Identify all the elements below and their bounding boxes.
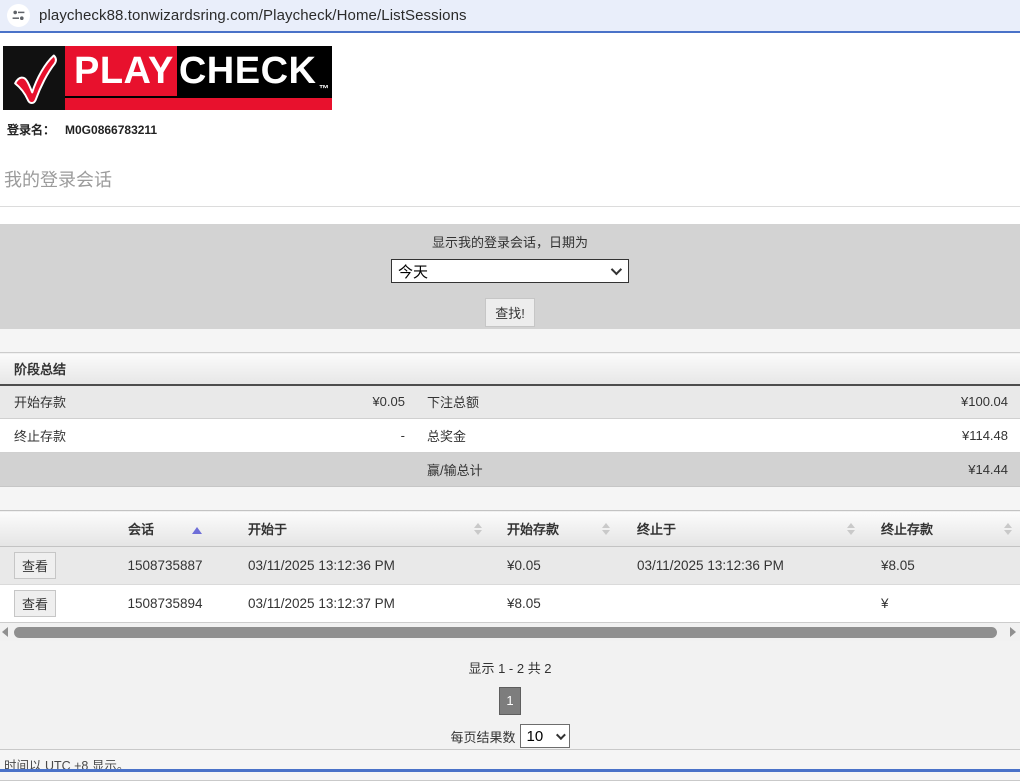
url-text[interactable]: playcheck88.tonwizardsring.com/Playcheck… <box>39 7 467 24</box>
summary-label: 开始存款 <box>0 385 250 419</box>
playcheck-logo: PLAY CHECK ™ <box>3 46 332 110</box>
summary-row: 终止存款 - 总奖金 ¥114.48 <box>0 419 1020 453</box>
summary-label: 终止存款 <box>0 419 250 453</box>
arrow-left-icon[interactable] <box>2 627 8 637</box>
site-header: PLAY CHECK ™ 登录名： M0G0866783211 <box>0 33 1020 138</box>
column-header-start-balance[interactable]: 开始存款 <box>490 511 618 547</box>
summary-value <box>250 453 420 487</box>
arrow-right-icon[interactable] <box>1010 627 1016 637</box>
horizontal-scrollbar[interactable] <box>0 623 1020 641</box>
session-summary-table: 阶段总结 开始存款 ¥0.05 下注总额 ¥100.04 终止存款 - 总奖金 … <box>0 352 1020 487</box>
trademark-symbol: ™ <box>319 84 330 95</box>
page-size-select[interactable]: 10 <box>520 724 570 748</box>
sort-updown-icon <box>474 523 482 535</box>
summary-row: 开始存款 ¥0.05 下注总额 ¥100.04 <box>0 385 1020 419</box>
column-header-view <box>0 511 90 547</box>
column-header-ended[interactable]: 终止于 <box>618 511 863 547</box>
login-name-label: 登录名： <box>7 123 55 137</box>
summary-label <box>0 453 250 487</box>
session-filter-panel: 显示我的登录会话，日期为 今天 查找! <box>0 224 1020 329</box>
summary-label: 总奖金 <box>420 419 600 453</box>
logo-wordmark: PLAY CHECK ™ <box>65 46 332 110</box>
view-session-button[interactable]: 查看 <box>14 590 56 617</box>
session-start-balance: ¥8.05 <box>490 585 618 623</box>
login-name-row: 登录名： M0G0866783211 <box>3 110 1020 138</box>
session-started: 03/11/2025 13:12:37 PM <box>240 585 490 623</box>
filter-label: 显示我的登录会话，日期为 <box>432 232 588 251</box>
session-row: 查看 1508735887 03/11/2025 13:12:36 PM ¥0.… <box>0 547 1020 585</box>
page-number-button[interactable]: 1 <box>499 687 521 715</box>
logo-play-text: PLAY <box>65 46 177 96</box>
session-row: 查看 1508735894 03/11/2025 13:12:37 PM ¥8.… <box>0 585 1020 623</box>
date-range-select[interactable]: 今天 <box>391 259 629 283</box>
page-title: 我的登录会话 <box>0 166 1020 207</box>
sort-ascending-icon <box>192 527 202 534</box>
column-header-end-balance[interactable]: 终止存款 <box>863 511 1020 547</box>
page-size-label: 每页结果数 <box>450 727 515 746</box>
spacer <box>0 487 1020 510</box>
summary-title: 阶段总结 <box>0 353 1020 385</box>
summary-total-row: 赢/输总计 ¥14.44 <box>0 453 1020 487</box>
summary-value: - <box>250 419 420 453</box>
summary-value: ¥0.05 <box>250 385 420 419</box>
view-session-button[interactable]: 查看 <box>14 552 56 579</box>
site-settings-tune-icon[interactable] <box>7 4 30 27</box>
page-size-row: 每页结果数 10 <box>0 724 1020 748</box>
sessions-header-row: 会话 开始于 开始存款 终止于 终止存款 <box>0 511 1020 547</box>
session-ended: 03/11/2025 13:12:36 PM <box>618 547 863 585</box>
timezone-footer: 时间以 UTC +8 显示。 <box>0 749 1020 781</box>
main-content: 显示我的登录会话，日期为 今天 查找! 阶段总结 开始存款 ¥0.05 下注总额… <box>0 224 1020 781</box>
summary-label: 赢/输总计 <box>420 453 600 487</box>
summary-value: ¥14.44 <box>600 453 1020 487</box>
chevron-down-icon <box>555 730 565 740</box>
logo-check-text: CHECK ™ <box>177 46 333 96</box>
summary-value: ¥114.48 <box>600 419 1020 453</box>
pagination-panel: 显示 1 - 2 共 2 1 每页结果数 10 <box>0 641 1020 749</box>
session-end-balance: ¥ <box>863 585 1020 623</box>
logo-red-stripe <box>65 98 332 110</box>
session-ended <box>618 585 863 623</box>
summary-value: ¥100.04 <box>600 385 1020 419</box>
spacer <box>0 329 1020 352</box>
date-range-selected-value: 今天 <box>398 261 428 282</box>
sort-updown-icon <box>847 523 855 535</box>
session-id: 1508735887 <box>90 547 240 585</box>
sessions-table: 会话 开始于 开始存款 终止于 终止存款 <box>0 510 1020 623</box>
checkmark-icon <box>3 46 65 110</box>
column-header-started[interactable]: 开始于 <box>240 511 490 547</box>
page-size-selected-value: 10 <box>527 728 544 745</box>
sort-updown-icon <box>602 523 610 535</box>
login-name-value: M0G0866783211 <box>65 123 157 137</box>
chevron-down-icon <box>611 264 622 275</box>
search-button[interactable]: 查找! <box>485 298 535 327</box>
session-end-balance: ¥8.05 <box>863 547 1020 585</box>
pagination-range-text: 显示 1 - 2 共 2 <box>0 658 1020 677</box>
session-start-balance: ¥0.05 <box>490 547 618 585</box>
browser-url-bar[interactable]: playcheck88.tonwizardsring.com/Playcheck… <box>0 0 1020 33</box>
sort-updown-icon <box>1004 523 1012 535</box>
session-started: 03/11/2025 13:12:36 PM <box>240 547 490 585</box>
scrollbar-thumb[interactable] <box>14 627 997 638</box>
column-header-session[interactable]: 会话 <box>90 511 240 547</box>
summary-label: 下注总额 <box>420 385 600 419</box>
session-id: 1508735894 <box>90 585 240 623</box>
